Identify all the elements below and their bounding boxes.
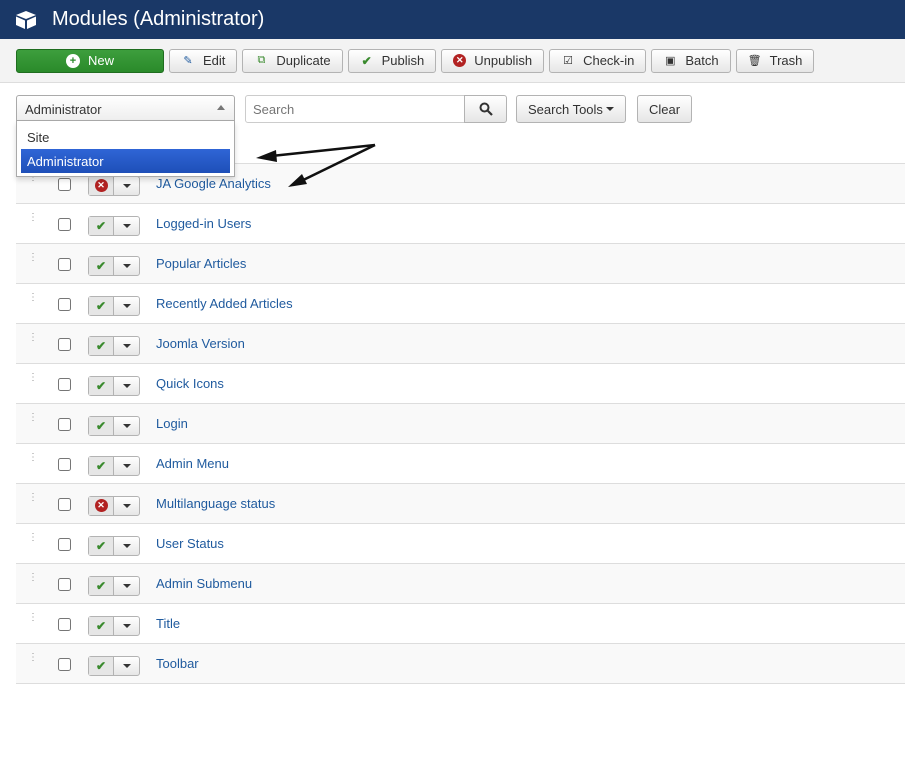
annotation-arrows bbox=[256, 143, 376, 187]
